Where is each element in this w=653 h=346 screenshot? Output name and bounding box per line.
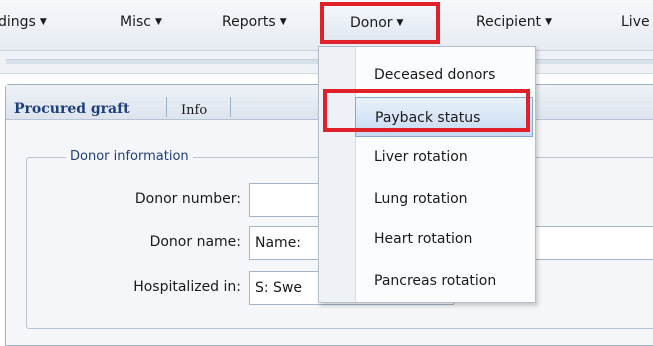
donor-number-field[interactable] xyxy=(249,183,329,217)
menu-misc-label: Misc xyxy=(120,14,151,30)
menu-item-liver-rotation[interactable]: Liver rotation xyxy=(355,137,533,177)
chevron-down-icon: ▼ xyxy=(545,17,552,27)
menu-reports-label: Reports xyxy=(222,14,276,30)
menu-buildings-label: dings xyxy=(0,14,36,30)
chevron-down-icon: ▼ xyxy=(279,17,287,27)
menu-misc[interactable]: Misc ▼ xyxy=(120,14,162,34)
menu-reports[interactable]: Reports ▼ xyxy=(222,14,287,34)
highlight-box-payback-status xyxy=(323,89,530,132)
donor-number-label: Donor number: xyxy=(134,191,241,207)
donor-name-label: Donor name: xyxy=(149,234,241,250)
tab-procured-graft[interactable]: Procured graft xyxy=(14,101,130,117)
menu-live-label: Live xyxy=(621,14,650,30)
menu-icon-gutter xyxy=(319,47,356,302)
donor-dropdown-menu: Deceased donors Payback status Liver rot… xyxy=(318,46,536,303)
menu-item-heart-rotation[interactable]: Heart rotation xyxy=(355,219,533,259)
highlight-box-donor-menu xyxy=(320,2,440,44)
group-title: Donor information xyxy=(66,149,193,164)
menu-recipient[interactable]: Recipient ▼ xyxy=(476,14,552,34)
tab-divider xyxy=(230,97,231,117)
menu-item-pancreas-rotation[interactable]: Pancreas rotation xyxy=(355,261,533,301)
menu-buildings[interactable]: dings ▼ xyxy=(0,14,47,34)
chevron-down-icon: ▼ xyxy=(154,17,162,27)
hospitalized-in-label: Hospitalized in: xyxy=(133,279,241,295)
menu-recipient-label: Recipient xyxy=(476,14,542,30)
tab-info[interactable]: Info xyxy=(181,103,207,118)
chevron-down-icon: ▼ xyxy=(39,17,47,27)
menu-live[interactable]: Live xyxy=(621,14,650,34)
menu-item-lung-rotation[interactable]: Lung rotation xyxy=(355,179,533,219)
tab-divider xyxy=(166,97,167,117)
